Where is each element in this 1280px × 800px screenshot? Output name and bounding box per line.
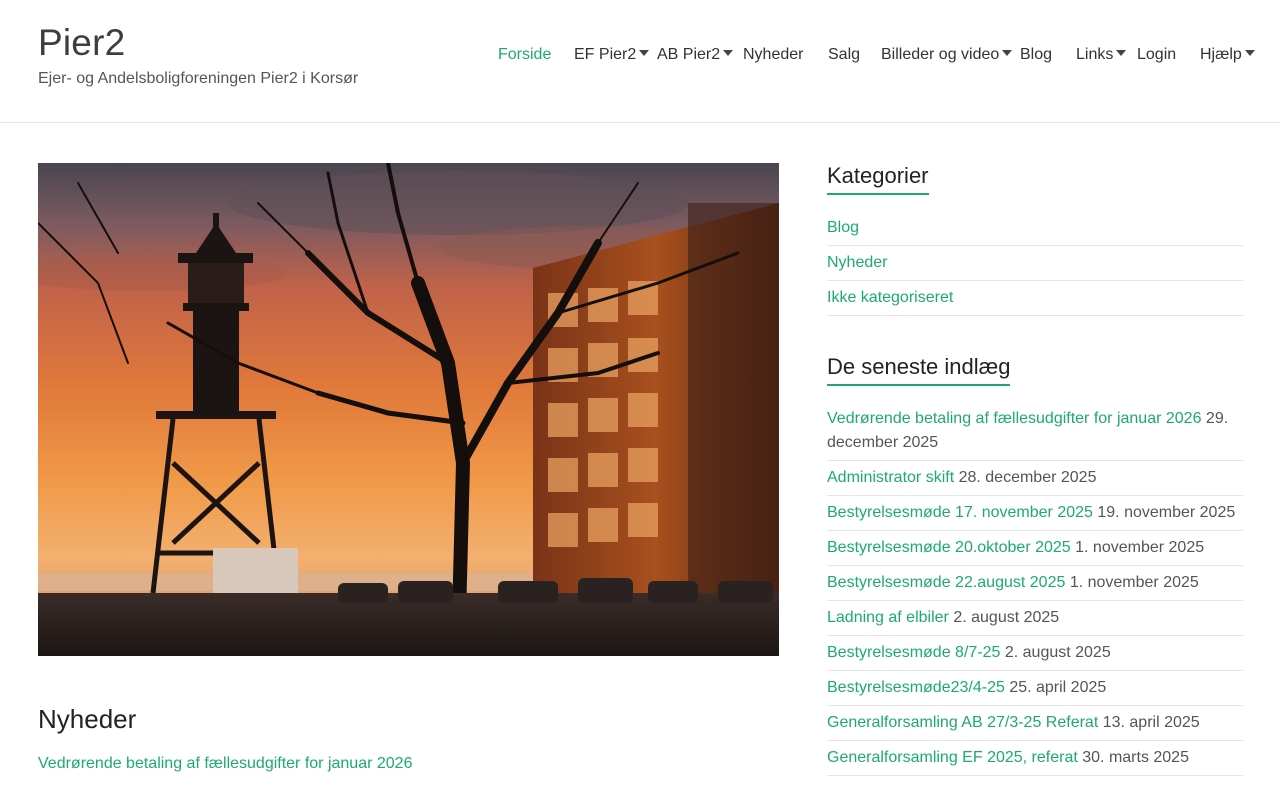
post-date: 30. marts 2025 [1082,749,1189,766]
list-item: Administrator skift 28. december 2025 [827,461,1243,496]
post-date: 28. december 2025 [958,469,1097,486]
nav-item-ef-pier2[interactable]: EF Pier2 [574,43,650,67]
nav-item-label: Billeder og video [881,46,1000,63]
widget-title-categories: Kategorier [827,163,929,195]
nav-item-label: Hjælp [1200,46,1242,63]
nav-item-label: Login [1137,46,1177,63]
nav-item-salg[interactable]: Salg [828,43,860,67]
site-header: Pier2 Ejer- og Andelsboligforeningen Pie… [0,0,1280,123]
recent-post-link[interactable]: Bestyrelsesmøde 22.august 2025 [827,574,1065,591]
recent-post-link[interactable]: Administrator skift [827,469,954,486]
category-list: Blog Nyheder Ikke kategoriseret [827,211,1243,316]
list-item: Generalforsamling EF 2025, referat 30. m… [827,741,1243,776]
site-tagline: Ejer- og Andelsboligforeningen Pier2 i K… [38,70,359,87]
list-item: Bestyrelsesmøde 22.august 2025 1. novemb… [827,566,1243,601]
news-post-link[interactable]: Vedrørende betaling af fællesudgifter fo… [38,755,412,773]
nav-item-label: Forside [498,46,552,63]
nav-item-blog[interactable]: Blog [1020,43,1052,67]
list-item: Generalforsamling AB 27/3-25 Referat 13.… [827,706,1243,741]
nav-item-links[interactable]: Links [1076,43,1127,67]
caret-down-icon [1244,50,1255,56]
post-date: 25. april 2025 [1009,679,1107,696]
recent-posts-list: Vedrørende betaling af fællesudgifter fo… [827,402,1243,776]
nav-item-label: EF Pier2 [574,46,637,63]
post-date: 1. november 2025 [1069,574,1199,591]
list-item: Bestyrelsesmøde 8/7-25 2. august 2025 [827,636,1243,671]
hero-illustration [38,163,779,656]
nav-item-hjaelp[interactable]: Hjælp [1200,43,1255,67]
category-link[interactable]: Blog [827,219,859,236]
featured-image-lighthouse-sunset [38,163,779,656]
caret-down-icon [639,50,650,56]
recent-post-link[interactable]: Bestyrelsesmøde 20.oktober 2025 [827,539,1071,556]
nav-item-login[interactable]: Login [1137,43,1176,67]
nav-item-label: Salg [828,46,861,63]
nav-item-label: Links [1076,46,1114,63]
recent-post-link[interactable]: Ladning af elbiler [827,609,949,626]
post-date: 19. november 2025 [1097,504,1236,521]
caret-down-icon [1116,50,1127,56]
widget-recent-posts: De seneste indlæg Vedrørende betaling af… [827,354,1243,776]
nav-item-nyheder[interactable]: Nyheder [743,43,803,67]
category-link[interactable]: Nyheder [827,254,887,271]
post-date: 1. november 2025 [1075,539,1205,556]
list-item: Nyheder [827,246,1243,281]
recent-post-link[interactable]: Generalforsamling AB 27/3-25 Referat [827,714,1098,731]
category-link[interactable]: Ikke kategoriseret [827,289,953,306]
caret-down-icon [723,50,734,56]
recent-post-link[interactable]: Vedrørende betaling af fællesudgifter fo… [827,410,1201,427]
post-date: 13. april 2025 [1102,714,1200,731]
list-item: Ikke kategoriseret [827,281,1243,316]
list-item: Vedrørende betaling af fællesudgifter fo… [827,402,1243,461]
recent-post-link[interactable]: Bestyrelsesmøde23/4-25 [827,679,1005,696]
nav-item-label: Blog [1020,46,1053,63]
nav-item-forside[interactable]: Forside [498,43,551,67]
main-navigation: Forside EF Pier2 AB Pier2 Nyheder Salg B… [0,43,1280,67]
nav-item-ab-pier2[interactable]: AB Pier2 [657,43,734,67]
recent-post-link[interactable]: Generalforsamling EF 2025, referat [827,749,1078,766]
caret-down-icon [1002,50,1013,56]
recent-post-link[interactable]: Bestyrelsesmøde 17. november 2025 [827,504,1093,521]
list-item: Ladning af elbiler 2. august 2025 [827,601,1243,636]
post-date: 2. august 2025 [1004,644,1111,661]
widget-title-recent-posts: De seneste indlæg [827,354,1011,386]
nav-item-label: AB Pier2 [657,46,721,63]
sidebar: Kategorier Blog Nyheder Ikke kategoriser… [827,163,1243,776]
list-item: Bestyrelsesmøde 17. november 2025 19. no… [827,496,1243,531]
nav-item-label: Nyheder [743,46,804,63]
post-date: 2. august 2025 [953,609,1060,626]
recent-post-link[interactable]: Bestyrelsesmøde 8/7-25 [827,644,1000,661]
list-item: Blog [827,211,1243,246]
section-title-nyheder: Nyheder [38,704,137,734]
widget-categories: Kategorier Blog Nyheder Ikke kategoriser… [827,163,1243,316]
list-item: Bestyrelsesmøde 20.oktober 2025 1. novem… [827,531,1243,566]
nav-item-billeder-og-video[interactable]: Billeder og video [881,43,1013,67]
list-item: Bestyrelsesmøde23/4-25 25. april 2025 [827,671,1243,706]
